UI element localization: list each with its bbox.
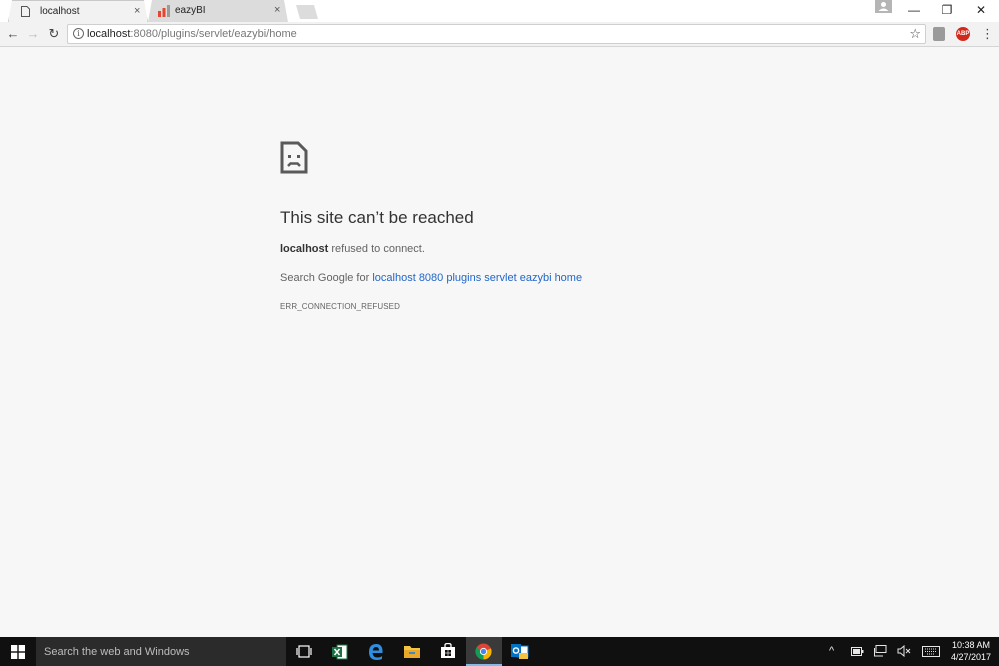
store-button[interactable] xyxy=(430,637,466,666)
excel-button[interactable] xyxy=(322,637,358,666)
error-detail: localhost refused to connect. xyxy=(280,243,425,255)
volume-muted-icon[interactable] xyxy=(897,645,911,657)
restore-button[interactable]: ❐ xyxy=(930,0,964,22)
show-hidden-icons-button[interactable]: ^ xyxy=(829,645,834,657)
forward-button[interactable]: → xyxy=(24,26,42,44)
error-page: This site can’t be reached localhost ref… xyxy=(0,48,999,636)
browser-toolbar: ← → ↻ i localhost:8080/plugins/servlet/e… xyxy=(0,22,999,47)
url-path: :8080/plugins/servlet/eazybi/home xyxy=(130,28,297,40)
task-view-icon xyxy=(296,645,312,658)
error-host: localhost xyxy=(280,243,329,255)
tab-title: eazyBI xyxy=(175,5,206,16)
back-button[interactable]: ← xyxy=(4,26,22,44)
reload-button[interactable]: ↻ xyxy=(45,26,63,44)
search-placeholder: Search the web and Windows xyxy=(44,646,190,658)
chrome-icon xyxy=(475,643,492,660)
adblock-plus-icon[interactable]: ABP xyxy=(956,27,970,41)
chrome-menu-button[interactable]: ⋮ xyxy=(981,26,994,44)
clock-date: 4/27/2017 xyxy=(950,652,992,662)
edge-icon xyxy=(369,644,383,660)
minimize-button[interactable]: — xyxy=(897,0,931,22)
keyboard-icon[interactable] xyxy=(922,646,940,657)
info-icon[interactable]: i xyxy=(73,28,84,39)
network-icon[interactable] xyxy=(874,645,887,657)
page-icon xyxy=(21,6,30,17)
url-host: localhost xyxy=(87,28,131,40)
tab-title: localhost xyxy=(40,6,80,17)
error-detail-text: refused to connect. xyxy=(328,243,425,255)
windows-taskbar: Search the web and Windows ^ 10:38 AM 4/… xyxy=(0,637,999,666)
excel-icon xyxy=(332,644,348,660)
tab-localhost[interactable]: localhost × xyxy=(8,0,148,22)
close-window-button[interactable]: ✕ xyxy=(964,0,998,22)
outlook-button[interactable] xyxy=(502,637,538,666)
file-explorer-icon xyxy=(404,646,420,658)
chrome-button[interactable] xyxy=(466,637,502,666)
url-text[interactable]: localhost:8080/plugins/servlet/eazybi/ho… xyxy=(87,28,297,40)
system-clock[interactable]: 10:38 AM 4/27/2017 xyxy=(946,639,996,663)
profile-icon[interactable] xyxy=(875,0,892,13)
sad-page-icon xyxy=(280,141,308,174)
new-tab-button[interactable] xyxy=(296,5,318,19)
tab-eazybi[interactable]: eazyBI × xyxy=(148,0,288,22)
tab-close-button[interactable]: × xyxy=(134,5,140,17)
extension-icon[interactable] xyxy=(933,27,945,41)
tab-close-button[interactable]: × xyxy=(274,4,280,16)
start-button[interactable] xyxy=(0,637,36,666)
windows-logo-icon xyxy=(11,645,25,659)
outlook-icon xyxy=(511,644,529,659)
address-bar[interactable]: i localhost:8080/plugins/servlet/eazybi/… xyxy=(67,24,926,44)
error-code: ERR_CONNECTION_REFUSED xyxy=(280,302,400,311)
battery-icon[interactable] xyxy=(851,647,864,656)
tab-strip: localhost × eazyBI × — ❐ ✕ xyxy=(0,0,999,22)
bookmark-star-icon[interactable]: ☆ xyxy=(909,26,921,42)
bar-chart-icon xyxy=(158,5,170,17)
edge-button[interactable] xyxy=(358,637,394,666)
taskbar-search-box[interactable]: Search the web and Windows xyxy=(36,637,286,666)
search-prefix: Search Google for xyxy=(280,272,373,284)
store-icon xyxy=(441,643,455,658)
google-search-link[interactable]: localhost 8080 plugins servlet eazybi ho… xyxy=(372,272,582,284)
clock-time: 10:38 AM xyxy=(951,640,991,650)
error-title: This site can’t be reached xyxy=(280,208,474,227)
error-search-suggestion: Search Google for localhost 8080 plugins… xyxy=(280,272,582,284)
task-view-button[interactable] xyxy=(286,637,322,666)
file-explorer-button[interactable] xyxy=(394,637,430,666)
